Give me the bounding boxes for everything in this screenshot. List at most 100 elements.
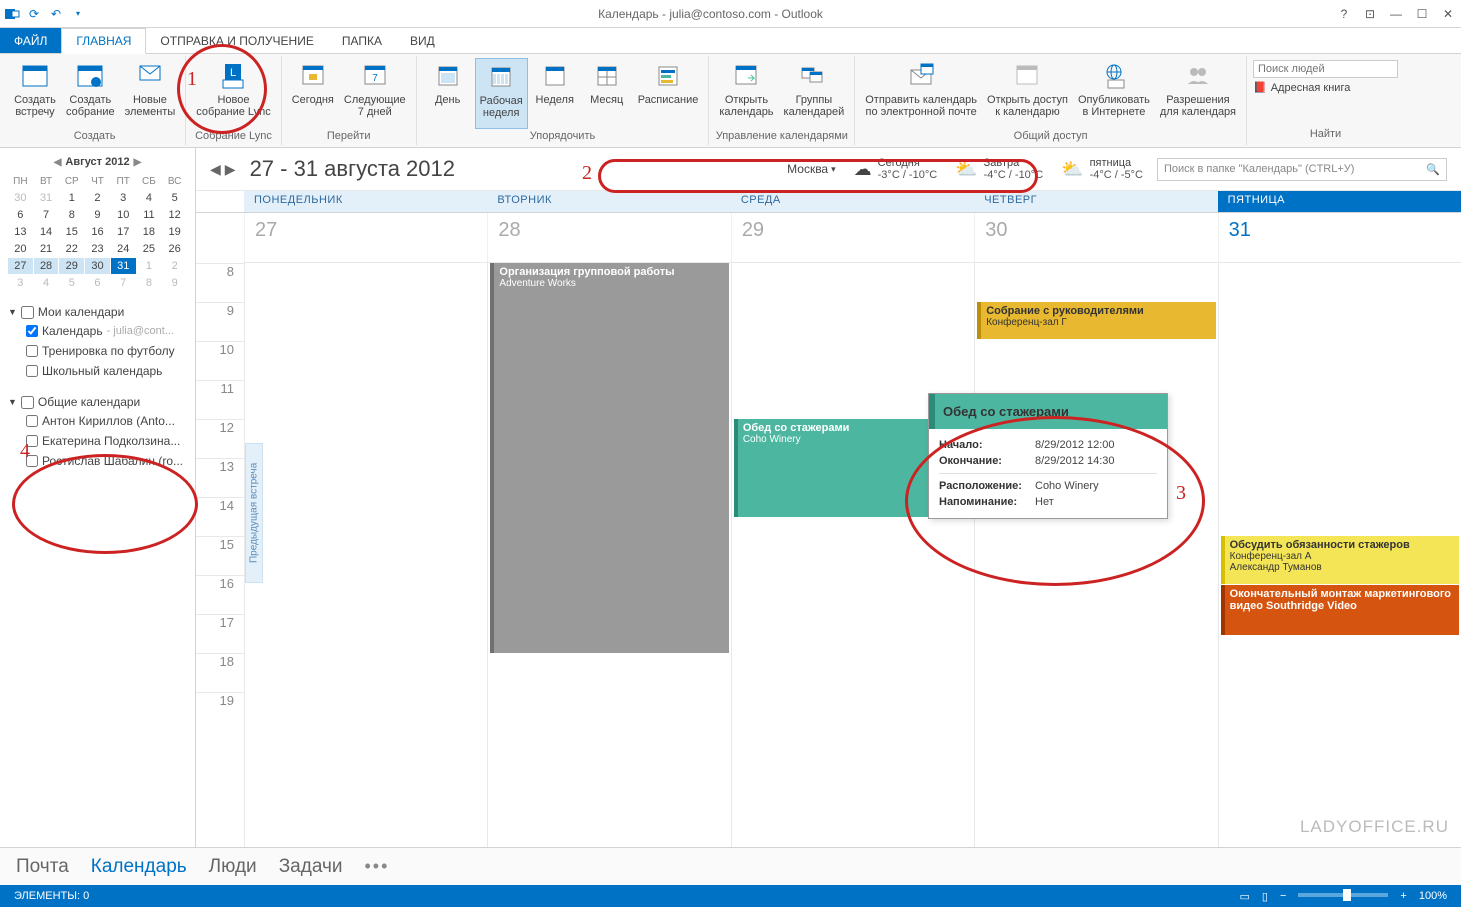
mini-cal-day[interactable]: 12	[162, 207, 187, 223]
tab-home[interactable]: ГЛАВНАЯ	[61, 28, 146, 54]
date-28[interactable]: 28	[487, 213, 730, 262]
mini-cal-day[interactable]: 5	[162, 190, 187, 206]
zoom-in-icon[interactable]: +	[1394, 890, 1412, 902]
tab-folder[interactable]: ПАПКА	[328, 28, 396, 53]
zoom-slider[interactable]	[1298, 893, 1388, 897]
calendar-item[interactable]: Календарь - julia@cont...	[8, 321, 187, 341]
mini-cal-day[interactable]: 30	[85, 258, 110, 274]
col-friday[interactable]: Обсудить обязанности стажеров Конференц-…	[1218, 263, 1461, 847]
my-calendars-header[interactable]: ▼Мои календари	[8, 303, 187, 321]
ribbon-toggle-icon[interactable]: ⊡	[1361, 5, 1379, 23]
event-group-work[interactable]: Организация групповой работы Adventure W…	[490, 263, 728, 653]
mini-cal-day[interactable]: 2	[85, 190, 110, 206]
shared-calendars-checkbox[interactable]	[21, 396, 34, 409]
mini-cal-day[interactable]: 24	[111, 241, 136, 257]
mini-cal-day[interactable]: 6	[85, 275, 110, 291]
publish-online-button[interactable]: Опубликоватьв Интернете	[1074, 58, 1154, 129]
col-tuesday[interactable]: Организация групповой работы Adventure W…	[487, 263, 730, 847]
mini-cal-day[interactable]: 15	[59, 224, 84, 240]
mini-cal-day[interactable]: 18	[137, 224, 162, 240]
nav-calendar[interactable]: Календарь	[91, 856, 187, 878]
nav-mail[interactable]: Почта	[16, 856, 69, 878]
mini-cal-day[interactable]: 7	[111, 275, 136, 291]
col-monday[interactable]: Предыдущая встреча	[244, 263, 487, 847]
tab-file[interactable]: ФАЙЛ	[0, 28, 61, 53]
minimize-icon[interactable]: —	[1387, 5, 1405, 23]
new-meeting-button[interactable]: Создатьсобрание	[62, 58, 119, 129]
mini-cal-day[interactable]: 20	[8, 241, 33, 257]
date-31[interactable]: 31	[1218, 213, 1461, 262]
nav-tasks[interactable]: Задачи	[279, 856, 343, 878]
mini-cal-day[interactable]: 17	[111, 224, 136, 240]
shared-calendars-header[interactable]: ▼Общие календари	[8, 393, 187, 411]
calendar-checkbox[interactable]	[26, 365, 38, 377]
mini-cal-day[interactable]: 8	[59, 207, 84, 223]
mini-cal-day[interactable]: 22	[59, 241, 84, 257]
send-receive-icon[interactable]: ⟳	[26, 6, 42, 22]
col-wednesday[interactable]: Обед со стажерами Coho Winery	[731, 263, 974, 847]
close-icon[interactable]: ✕	[1439, 5, 1457, 23]
mini-cal-day[interactable]: 13	[8, 224, 33, 240]
maximize-icon[interactable]: ☐	[1413, 5, 1431, 23]
calendar-item[interactable]: Екатерина Подколзина...	[8, 431, 187, 451]
next-week-icon[interactable]: ▶	[225, 161, 236, 178]
mini-cal-day[interactable]: 26	[162, 241, 187, 257]
qat-dropdown-icon[interactable]: ▾	[70, 6, 86, 22]
calendar-checkbox[interactable]	[26, 345, 38, 357]
calendar-item[interactable]: Тренировка по футболу	[8, 341, 187, 361]
address-book-button[interactable]: 📕Адресная книга	[1253, 81, 1398, 94]
tab-view[interactable]: ВИД	[396, 28, 449, 53]
mini-cal-day[interactable]: 30	[8, 190, 33, 206]
prev-week-icon[interactable]: ◀	[210, 161, 221, 178]
help-icon[interactable]: ?	[1335, 5, 1353, 23]
find-people-input[interactable]	[1253, 60, 1398, 78]
calendar-groups-button[interactable]: Группыкалендарей	[780, 58, 849, 129]
event-managers-meeting[interactable]: Собрание с руководителями Конференц-зал …	[977, 302, 1215, 339]
work-week-button[interactable]: Рабочаянеделя	[475, 58, 528, 129]
time-grid[interactable]: 8910111213141516171819 Предыдущая встреч…	[196, 263, 1461, 847]
next-month-icon[interactable]: ▶	[134, 157, 142, 168]
date-27[interactable]: 27	[244, 213, 487, 262]
nav-people[interactable]: Люди	[209, 856, 257, 878]
mini-cal-day[interactable]: 25	[137, 241, 162, 257]
today-button[interactable]: Сегодня	[288, 58, 338, 129]
mini-cal-day[interactable]: 29	[59, 258, 84, 274]
mini-cal-day[interactable]: 2	[162, 258, 187, 274]
mini-cal-day[interactable]: 3	[8, 275, 33, 291]
nav-more-icon[interactable]: •••	[364, 856, 389, 877]
mini-cal-day[interactable]: 8	[137, 275, 162, 291]
previous-meeting-tab[interactable]: Предыдущая встреча	[245, 443, 263, 583]
calendar-item[interactable]: Антон Кириллов (Anto...	[8, 411, 187, 431]
next-7-days-button[interactable]: 7Следующие7 дней	[340, 58, 410, 129]
mini-cal-day[interactable]: 7	[34, 207, 59, 223]
folder-search-input[interactable]: Поиск в папке "Календарь" (CTRL+У)🔍	[1157, 158, 1447, 181]
mini-cal-day[interactable]: 31	[111, 258, 136, 274]
mini-cal-day[interactable]: 3	[111, 190, 136, 206]
event-discuss-intern-duties[interactable]: Обсудить обязанности стажеров Конференц-…	[1221, 536, 1459, 584]
email-calendar-button[interactable]: Отправить календарьпо электронной почте	[861, 58, 981, 129]
new-items-button[interactable]: Новыеэлементы	[121, 58, 180, 129]
mini-cal-day[interactable]: 4	[34, 275, 59, 291]
calendar-item[interactable]: Школьный календарь	[8, 361, 187, 381]
undo-icon[interactable]: ↶	[48, 6, 64, 22]
mini-cal-day[interactable]: 28	[34, 258, 59, 274]
event-video-editing[interactable]: Окончательный монтаж маркетингового виде…	[1221, 585, 1459, 635]
mini-cal-day[interactable]: 16	[85, 224, 110, 240]
my-calendars-checkbox[interactable]	[21, 306, 34, 319]
month-view-button[interactable]: Месяц	[582, 58, 632, 129]
mini-cal-day[interactable]: 4	[137, 190, 162, 206]
week-view-button[interactable]: Неделя	[530, 58, 580, 129]
mini-cal-day[interactable]: 21	[34, 241, 59, 257]
mini-cal-day[interactable]: 5	[59, 275, 84, 291]
mini-cal-day[interactable]: 23	[85, 241, 110, 257]
mini-cal-day[interactable]: 9	[85, 207, 110, 223]
mini-cal-day[interactable]: 10	[111, 207, 136, 223]
zoom-out-icon[interactable]: −	[1274, 890, 1292, 902]
mini-cal-day[interactable]: 11	[137, 207, 162, 223]
calendar-checkbox[interactable]	[26, 415, 38, 427]
mini-cal-day[interactable]: 14	[34, 224, 59, 240]
schedule-view-button[interactable]: Расписание	[634, 58, 703, 129]
calendar-checkbox[interactable]	[26, 325, 38, 337]
view-normal-icon[interactable]: ▭	[1234, 890, 1256, 903]
open-calendar-button[interactable]: Открытькалендарь	[715, 58, 777, 129]
